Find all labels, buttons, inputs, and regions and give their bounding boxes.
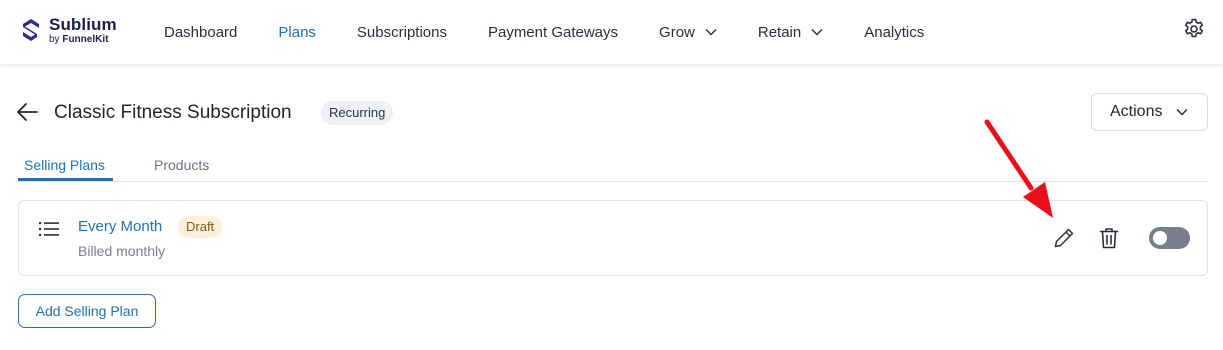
plan-name-link[interactable]: Every Month xyxy=(78,218,162,235)
top-navigation-bar: Sublium by FunnelKit Dashboard Plans Sub… xyxy=(0,0,1223,65)
chevron-down-icon xyxy=(811,29,823,36)
gear-icon[interactable] xyxy=(1182,17,1206,41)
nav-analytics[interactable]: Analytics xyxy=(864,24,924,41)
add-selling-plan-button[interactable]: Add Selling Plan xyxy=(18,294,156,328)
tab-products[interactable]: Products xyxy=(154,157,209,173)
list-icon[interactable] xyxy=(39,221,59,237)
brand-logo[interactable]: Sublium by FunnelKit xyxy=(19,13,117,47)
back-arrow-icon[interactable] xyxy=(15,101,39,123)
nav-plans-label: Plans xyxy=(278,23,316,41)
brand-subtitle: by FunnelKit xyxy=(49,33,117,45)
chevron-down-icon xyxy=(705,29,717,36)
main-nav: Dashboard Plans Subscriptions Payment Ga… xyxy=(164,0,965,64)
tab-selling-plans[interactable]: Selling Plans xyxy=(24,157,105,173)
plan-description: Billed monthly xyxy=(78,243,166,259)
nav-plans[interactable]: Plans xyxy=(278,24,316,41)
nav-dashboard-label: Dashboard xyxy=(164,23,238,41)
nav-subscriptions[interactable]: Subscriptions xyxy=(357,24,447,41)
pencil-icon[interactable] xyxy=(1053,227,1075,249)
type-badge: Recurring xyxy=(321,101,394,125)
nav-retain[interactable]: Retain xyxy=(758,24,823,41)
nav-payment-gateways-label: Payment Gateways xyxy=(487,23,619,41)
nav-analytics-label: Analytics xyxy=(864,23,925,41)
sublium-logo-icon xyxy=(23,19,39,41)
nav-subscriptions-label: Subscriptions xyxy=(356,23,447,41)
annotation-arrow-icon xyxy=(984,119,1053,218)
toggle-knob xyxy=(1153,231,1167,245)
status-badge: Draft xyxy=(178,216,223,238)
nav-dashboard[interactable]: Dashboard xyxy=(164,24,237,41)
brand-sub-prefix: by xyxy=(49,33,63,45)
nav-payment-gateways[interactable]: Payment Gateways xyxy=(488,24,618,41)
actions-label: Actions xyxy=(1110,103,1163,120)
nav-grow[interactable]: Grow xyxy=(659,24,717,41)
chevron-down-icon xyxy=(1176,109,1188,116)
nav-grow-label: Grow xyxy=(659,23,695,41)
nav-retain-label: Retain xyxy=(757,23,802,41)
trash-icon[interactable] xyxy=(1099,226,1119,250)
plan-enable-toggle[interactable] xyxy=(1149,227,1190,249)
page-title: Classic Fitness Subscription xyxy=(54,102,292,123)
active-tab-indicator xyxy=(18,178,113,181)
brand-sub-name: FunnelKit xyxy=(62,33,109,45)
brand-name: Sublium xyxy=(49,14,117,34)
actions-dropdown-button[interactable]: Actions xyxy=(1091,93,1208,131)
